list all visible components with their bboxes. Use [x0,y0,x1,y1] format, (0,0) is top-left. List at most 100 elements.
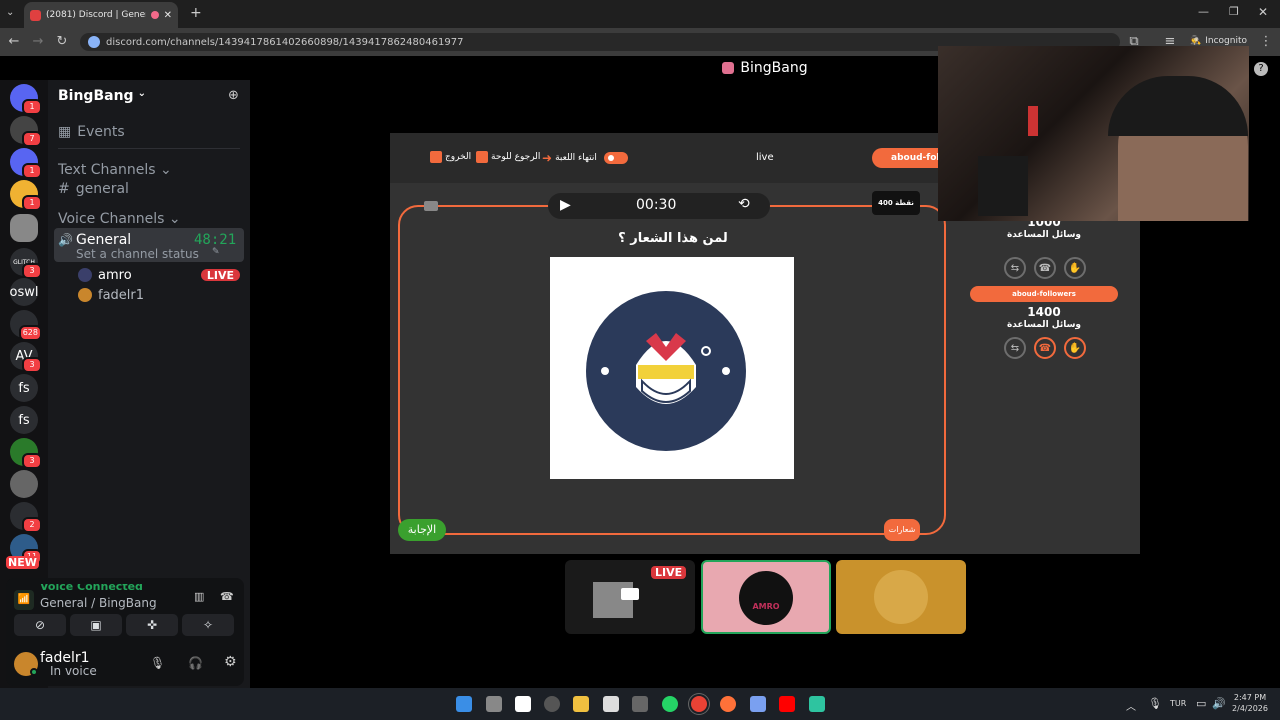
settings-gear-icon[interactable]: ⚙ [224,654,237,670]
voice-member[interactable]: fadelr1 [78,286,240,304]
server-icon[interactable]: oswl [10,278,39,306]
file-explorer-icon[interactable] [573,696,589,712]
noise-suppression-icon[interactable]: ▥ [194,590,204,603]
voice-channel-general[interactable]: 🔊 General 48:21 Set a channel status ✎ [54,228,244,262]
browser-tab[interactable]: (2081) Discord | General | B ✕ [24,2,178,28]
server-icon-bingbang[interactable] [10,214,38,242]
teams-panel: 1000 وسائل المساعدة ⇆ ☎ ✋ aboud-follower… [970,215,1118,365]
speaker-icon: 🔊 [58,233,73,247]
forward-icon[interactable]: → [30,34,46,49]
server-icon[interactable]: 1 [10,84,42,115]
server-icon[interactable]: fs [10,374,38,402]
server-icon[interactable] [10,470,38,498]
channel-general[interactable]: # general [58,181,260,197]
channel-status-input[interactable]: Set a channel status [76,247,199,261]
user-info[interactable]: fadelr1 In voice 🎙 🎧 ⚙ [12,650,238,680]
minimize-icon[interactable]: — [1198,5,1209,18]
category-button[interactable]: شعارات [884,519,920,541]
chrome-icon[interactable] [691,696,707,712]
tab-search-icon[interactable]: ⌄ [6,7,14,18]
reset-timer-icon[interactable]: ⟲ [738,196,750,212]
clock[interactable]: 2:47 PM 2/4/2026 [1230,692,1270,714]
incognito-indicator[interactable]: 🕵 Incognito [1190,36,1247,46]
clock-date: 2/4/2026 [1232,704,1268,713]
points-badge: 400 نقطة [872,191,920,215]
server-icon[interactable]: fs [10,406,38,434]
end-game-button[interactable]: ➜ انتهاء اللعبة [542,151,628,165]
player-tab[interactable]: aboud-fol [872,148,940,168]
help-icon[interactable]: ? [1254,62,1268,76]
server-icon[interactable]: 2 [10,502,42,533]
question-frame: ▶ 00:30 ⟲ 400 نقطة لمن هذا الشعار ؟ الإج… [398,191,946,541]
category-voice-channels[interactable]: Voice Channels ⌄ [58,211,260,227]
back-to-board-button[interactable]: الرجوع للوحة [476,151,540,163]
pencil-icon[interactable]: ✎ [212,247,220,257]
youtube-icon[interactable] [779,696,795,712]
screen-share-button[interactable]: ▣ [70,614,122,636]
chatgpt-icon[interactable] [544,696,560,712]
headphones-icon[interactable]: 🎧 [188,656,203,670]
clapper-icon[interactable] [603,696,619,712]
reload-icon[interactable]: ↻ [54,34,70,49]
play-icon[interactable]: ▶ [560,197,571,213]
toggle-switch[interactable] [603,152,628,164]
category-text-channels[interactable]: Text Channels ⌄ [58,162,260,178]
events-label: Events [77,124,125,140]
hand-help-icon[interactable]: ✋ [1064,337,1086,359]
language-indicator[interactable]: TUR [1170,699,1186,708]
exit-label: الخروج [445,152,472,162]
tray-chevron-icon[interactable]: ︿ [1126,698,1136,713]
server-icon[interactable]: 1 [10,180,42,211]
call-help-icon[interactable]: ☎ [1034,337,1056,359]
camera-button[interactable]: ⊘ [14,614,66,636]
add-member-icon[interactable]: ⊕ [228,88,239,103]
hand-help-icon[interactable]: ✋ [1064,257,1086,279]
microphone-icon[interactable]: 🎙 [150,656,165,670]
soundboard-button[interactable]: ✧ [182,614,234,636]
voice-connection-status[interactable]: 📶 Voice Connected General / BingBang ▥ ☎ [12,584,238,610]
activities-button[interactable]: ✜ [126,614,178,636]
discord-taskbar-icon[interactable] [809,696,825,712]
answer-button[interactable]: الإجابة [398,519,446,541]
start-icon[interactable] [456,696,472,712]
logo-svg [586,291,746,451]
participant-tile-amro[interactable]: AMRO [701,560,831,634]
restore-icon[interactable]: ❐ [1229,5,1239,18]
voice-channel-name: General [76,232,132,248]
call-help-icon[interactable]: ☎ [1034,257,1056,279]
server-icon[interactable]: GLITCH 3 [10,248,42,279]
server-icon[interactable]: AV 3 [10,342,42,373]
events-item[interactable]: ▦ Events [58,124,260,140]
server-icon[interactable]: 1 [10,148,42,179]
member-name: amro [98,267,132,283]
app-icon[interactable] [632,696,648,712]
server-name-header[interactable]: BingBang ⌄ [58,88,146,104]
server-icon[interactable]: 3 [10,438,42,469]
whatsapp-icon[interactable] [662,696,678,712]
new-tab-icon[interactable]: + [190,5,202,21]
unread-badge: 1 [22,195,42,211]
server-icon[interactable]: 7 [10,116,42,147]
menu-icon[interactable]: ⋮ [1258,34,1274,49]
swap-help-icon[interactable]: ⇆ [1004,337,1026,359]
close-window-icon[interactable]: ✕ [1258,5,1268,19]
task-view-icon[interactable] [486,696,502,712]
tray-mic-icon[interactable]: 🎙 [1148,697,1162,710]
participant-tile-fadelr1[interactable] [836,560,966,634]
incognito-label: Incognito [1205,36,1247,46]
voice-member[interactable]: amro LIVE [78,266,240,284]
server-icon[interactable]: 628 [10,310,42,341]
back-icon[interactable]: ← [6,34,22,49]
network-icon[interactable]: ▭ [1196,697,1206,710]
stream-thumbnail[interactable]: LIVE [565,560,695,634]
site-info-icon[interactable] [88,36,100,48]
volume-icon[interactable]: 🔊 [1212,697,1226,710]
tab-close-icon[interactable]: ✕ [164,10,172,21]
copilot-icon[interactable] [750,696,766,712]
exit-button[interactable]: الخروج [430,151,471,163]
firefox-icon[interactable] [720,696,736,712]
microphone-shape [978,156,1028,216]
swap-help-icon[interactable]: ⇆ [1004,257,1026,279]
tradingview-icon[interactable] [515,696,531,712]
disconnect-icon[interactable]: ☎ [220,590,234,603]
